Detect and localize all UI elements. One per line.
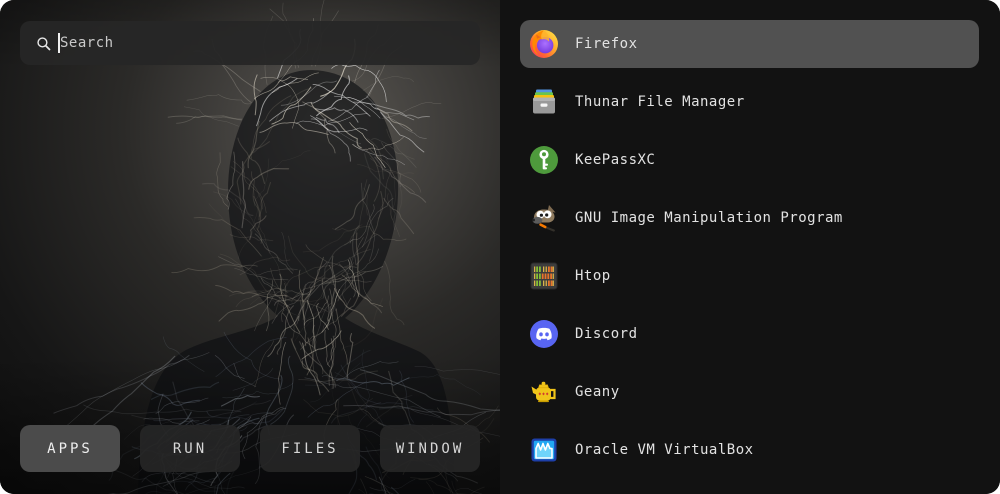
app-launcher-window: APPS RUN FILES WINDOW Firefox Thunar Fil… — [0, 0, 1000, 494]
app-item-label: Thunar File Manager — [575, 94, 745, 110]
text-caret — [58, 33, 60, 53]
launcher-left-pane: APPS RUN FILES WINDOW — [0, 0, 500, 494]
tab-label: RUN — [173, 441, 207, 457]
search-icon — [35, 35, 52, 52]
tab-label: WINDOW — [396, 441, 465, 457]
search-bar[interactable] — [20, 21, 480, 65]
virtualbox-icon — [528, 434, 560, 466]
search-input[interactable] — [57, 21, 480, 65]
keepassxc-icon — [528, 144, 560, 176]
app-item-discord[interactable]: Discord — [520, 310, 979, 358]
app-item-keepassxc[interactable]: KeePassXC — [520, 136, 979, 184]
app-item-firefox[interactable]: Firefox — [520, 20, 979, 68]
tab-label: FILES — [281, 441, 338, 457]
mode-tab-bar: APPS RUN FILES WINDOW — [20, 425, 480, 472]
app-item-label: GNU Image Manipulation Program — [575, 210, 843, 226]
search-input-wrap — [57, 21, 480, 65]
app-item-gnu-image-manipulation-program[interactable]: GNU Image Manipulation Program — [520, 194, 979, 242]
gimp-icon — [528, 202, 560, 234]
geany-icon — [528, 376, 560, 408]
thunar-icon — [528, 86, 560, 118]
tab-label: APPS — [47, 441, 93, 457]
firefox-icon — [528, 28, 560, 60]
app-item-label: Htop — [575, 268, 611, 284]
app-item-thunar-file-manager[interactable]: Thunar File Manager — [520, 78, 979, 126]
app-item-label: Firefox — [575, 36, 638, 52]
tab-files[interactable]: FILES — [260, 425, 360, 472]
app-item-oracle-vm-virtualbox[interactable]: Oracle VM VirtualBox — [520, 426, 979, 474]
app-item-label: Discord — [575, 326, 638, 342]
tab-run[interactable]: RUN — [140, 425, 240, 472]
app-item-geany[interactable]: Geany — [520, 368, 979, 416]
app-item-label: Geany — [575, 384, 620, 400]
wallpaper-bust-image — [0, 0, 500, 494]
app-item-htop[interactable]: Htop — [520, 252, 979, 300]
app-item-label: KeePassXC — [575, 152, 655, 168]
app-item-label: Oracle VM VirtualBox — [575, 442, 754, 458]
discord-icon — [528, 318, 560, 350]
tab-apps[interactable]: APPS — [20, 425, 120, 472]
tab-window[interactable]: WINDOW — [380, 425, 480, 472]
htop-icon — [528, 260, 560, 292]
app-list: Firefox Thunar File Manager KeePassXC GN… — [500, 0, 1000, 494]
